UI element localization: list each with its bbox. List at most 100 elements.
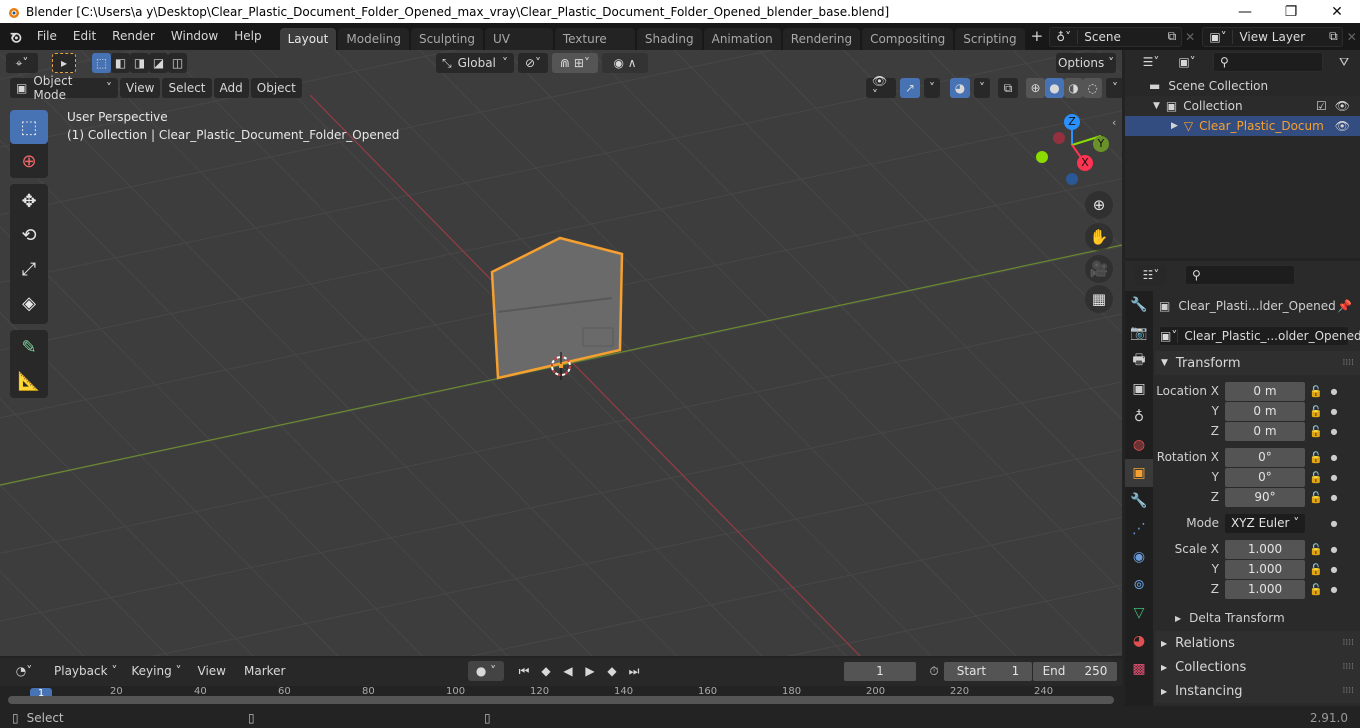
timeline-scrollbar[interactable] (8, 696, 1114, 704)
tab-uv-editing[interactable]: UV Editing (485, 28, 553, 68)
lock-icon[interactable]: 🔓 (1305, 583, 1327, 596)
expand-icon[interactable]: ▶ (1171, 121, 1178, 131)
object-tab-icon[interactable]: ▣ (1125, 459, 1153, 487)
render-tab-icon[interactable]: 📷 (1125, 319, 1153, 347)
jump-end-icon[interactable]: ⏭ (624, 661, 644, 681)
outliner-search-input[interactable]: ⚲ (1213, 52, 1323, 72)
keyframe-dot-icon[interactable]: ● (1327, 427, 1341, 436)
keyframe-dot-icon[interactable]: ● (1327, 565, 1341, 574)
gizmo-z-label[interactable]: Z (1064, 114, 1080, 130)
properties-search-input[interactable]: ⚲ (1185, 265, 1295, 285)
output-tab-icon[interactable]: 🖶 (1125, 347, 1153, 375)
scene-tab-icon[interactable]: ♁ (1125, 403, 1153, 431)
transform-orientation-dropdown[interactable]: ⤡ Global ˅ (436, 53, 514, 73)
lock-icon[interactable]: 🔓 (1305, 405, 1327, 418)
data-tab-icon[interactable]: ▽ (1125, 599, 1153, 627)
drag-handle-icon[interactable]: ⁞⁞⁞⁞ (1343, 662, 1354, 672)
visibility-dropdown[interactable]: 👁˅ (866, 74, 896, 102)
outliner-editor-type[interactable]: ☰˅ (1135, 52, 1167, 72)
menu-help[interactable]: Help (226, 23, 269, 50)
auto-keying-toggle[interactable]: ● ˅ (468, 661, 504, 681)
maximize-button[interactable]: ❐ (1268, 0, 1314, 23)
overlay-toggle-icon[interactable]: ◕ (950, 78, 970, 98)
current-frame-field[interactable]: 1 (844, 662, 916, 681)
scale-tool-icon[interactable]: ⤢ (10, 252, 48, 286)
rotation-mode-dropdown[interactable]: XYZ Euler ˅ (1225, 513, 1305, 533)
modifier-tab-icon[interactable]: 🔧 (1125, 487, 1153, 515)
pivot-point-dropdown[interactable]: ⊘˅ (518, 53, 548, 73)
jump-start-icon[interactable]: ⏮ (514, 661, 534, 681)
visibility-eye-icon[interactable]: 👁 (1335, 99, 1350, 113)
options-dropdown[interactable]: Options ˅ (1056, 53, 1116, 73)
filter-icon[interactable]: ⛛ (1339, 55, 1349, 70)
menu-select[interactable]: Select (162, 78, 212, 98)
select-extend-icon[interactable]: ◧ (111, 53, 130, 73)
world-tab-icon[interactable]: ◍ (1125, 431, 1153, 459)
exclude-checkbox[interactable]: ☑ (1316, 99, 1327, 113)
select-box-tool-icon[interactable]: ⬚ (10, 110, 48, 144)
keyframe-dot-icon[interactable]: ● (1327, 473, 1341, 482)
new-scene-icon[interactable]: ⧉ (1163, 29, 1181, 44)
menu-window[interactable]: Window (163, 23, 226, 50)
rotate-tool-icon[interactable]: ⟲ (10, 218, 48, 252)
rotation-y-field[interactable]: 0° (1225, 467, 1305, 487)
constraints-tab-icon[interactable]: ⊚ (1125, 571, 1153, 599)
keyframe-dot-icon[interactable]: ● (1327, 453, 1341, 462)
keyframe-dot-icon[interactable]: ● (1327, 519, 1341, 528)
keyframe-dot-icon[interactable]: ● (1327, 585, 1341, 594)
ortho-toggle-icon[interactable]: ▦ (1085, 285, 1113, 313)
play-icon[interactable]: ▶ (580, 661, 600, 681)
timeline-editor-type[interactable]: ◔˅ (8, 661, 40, 681)
zoom-view-icon[interactable]: ⊕ (1085, 191, 1113, 219)
menu-object[interactable]: Object (250, 78, 302, 98)
drag-handle-icon[interactable]: ⁞⁞⁞⁞ (1343, 638, 1354, 648)
tab-shading[interactable]: Shading (636, 28, 702, 50)
keyframe-dot-icon[interactable]: ● (1327, 545, 1341, 554)
lock-icon[interactable]: 🔓 (1305, 385, 1327, 398)
select-intersect-icon[interactable]: ◫ (168, 53, 187, 73)
delta-transform-subpanel[interactable]: ▶ Delta Transform (1155, 605, 1360, 631)
snap-toggle[interactable]: ⋒ ⊞˅ (552, 53, 598, 73)
select-new-icon[interactable]: ⬚ (92, 53, 111, 73)
menu-add[interactable]: Add (213, 78, 249, 98)
delete-scene-icon[interactable]: ✕ (1182, 30, 1199, 44)
menu-view[interactable]: View (120, 78, 161, 98)
relations-panel-header[interactable]: ▶ Relations ⁞⁞⁞⁞ (1155, 631, 1360, 655)
collections-panel-header[interactable]: ▶ Collections ⁞⁞⁞⁞ (1155, 655, 1360, 679)
scene-selector[interactable]: ♁˅ Scene ⧉ (1049, 26, 1182, 47)
expand-icon[interactable]: ▼ (1153, 101, 1160, 111)
view-layer-tab-icon[interactable]: ▣ (1125, 375, 1153, 403)
location-z-field[interactable]: 0 m (1225, 421, 1305, 441)
display-mode-dropdown[interactable]: ▣˅ (1171, 52, 1203, 72)
gizmo-dropdown[interactable]: ˅ (924, 78, 940, 98)
lock-icon[interactable]: 🔓 (1305, 491, 1327, 504)
add-workspace-button[interactable]: + (1027, 23, 1048, 50)
gizmo-x-label[interactable]: X (1077, 155, 1093, 171)
lock-icon[interactable]: 🔓 (1305, 471, 1327, 484)
lock-icon[interactable]: 🔓 (1305, 543, 1327, 556)
annotate-tool-icon[interactable]: ✎ (10, 330, 48, 364)
pin-icon[interactable]: 📌 (1337, 299, 1352, 313)
tab-rendering[interactable]: Rendering (782, 28, 861, 50)
cursor-tool-icon[interactable]: ⊕ (10, 144, 48, 178)
location-y-field[interactable]: 0 m (1225, 401, 1305, 421)
move-tool-icon[interactable]: ✥ (10, 184, 48, 218)
tab-animation[interactable]: Animation (703, 28, 781, 50)
gizmo-toggle-icon[interactable]: ↗ (900, 78, 920, 98)
end-frame-field[interactable]: End 250 (1033, 662, 1117, 681)
scale-z-field[interactable]: 1.000 (1225, 579, 1305, 599)
tab-layout[interactable]: Layout (279, 28, 337, 50)
keyframe-dot-icon[interactable]: ● (1327, 407, 1341, 416)
instancing-panel-header[interactable]: ▶ Instancing ⁞⁞⁞⁞ (1155, 679, 1360, 703)
close-window-button[interactable]: ✕ (1314, 0, 1360, 23)
scale-x-field[interactable]: 1.000 (1225, 539, 1305, 559)
new-view-layer-icon[interactable]: ⧉ (1324, 29, 1342, 44)
proportional-edit-toggle[interactable]: ◉ ∧ (602, 53, 648, 73)
particles-tab-icon[interactable]: ⋰ (1125, 515, 1153, 543)
object-name-field[interactable]: ▣˅ Clear_Plastic_...older_Opened (1159, 326, 1360, 346)
visibility-eye-icon[interactable]: 👁 (1335, 119, 1350, 133)
keying-dropdown[interactable]: Keying ˅ (125, 661, 188, 681)
outliner-row-scene-collection[interactable]: ▬ Scene Collection (1125, 76, 1360, 96)
gizmo-y-label[interactable]: Y (1093, 136, 1109, 152)
next-keyframe-icon[interactable]: ◆ (602, 661, 622, 681)
